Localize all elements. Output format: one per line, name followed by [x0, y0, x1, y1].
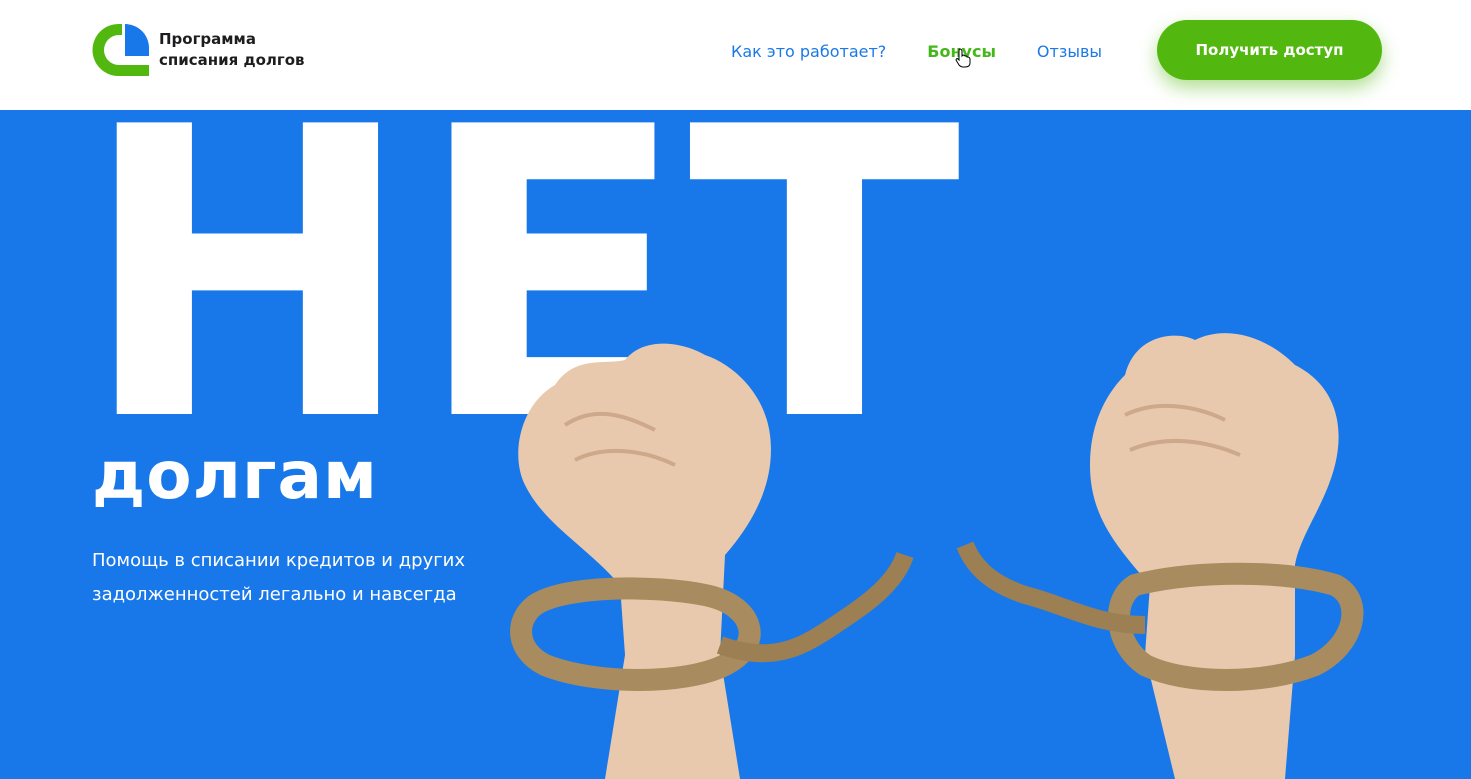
get-access-button[interactable]: Получить доступ: [1157, 20, 1382, 80]
logo-line-1: Программа: [159, 30, 256, 48]
logo-text: Программа списания долгов: [159, 29, 305, 71]
logo[interactable]: Программа списания долгов: [92, 24, 305, 76]
logo-line-2: списания долгов: [159, 51, 305, 69]
hero-description: Помощь в списании кредитов и других задо…: [92, 550, 466, 605]
hand-pointer-cursor-icon: [955, 48, 971, 68]
hero-subtitle: долгам: [92, 437, 378, 514]
nav-how-it-works[interactable]: Как это работает?: [731, 42, 886, 61]
hero-section: НЕТ долгам Помощь в списании кредитов и …: [0, 110, 1471, 779]
site-header: Программа списания долгов Как это работа…: [0, 0, 1471, 110]
logo-mark-icon: [92, 24, 149, 76]
raised-fists-breaking-rope-photo: [510, 333, 1364, 779]
nav-reviews[interactable]: Отзывы: [1037, 42, 1102, 61]
main-nav: Как это работает? Бонусы Отзывы: [731, 40, 1102, 62]
